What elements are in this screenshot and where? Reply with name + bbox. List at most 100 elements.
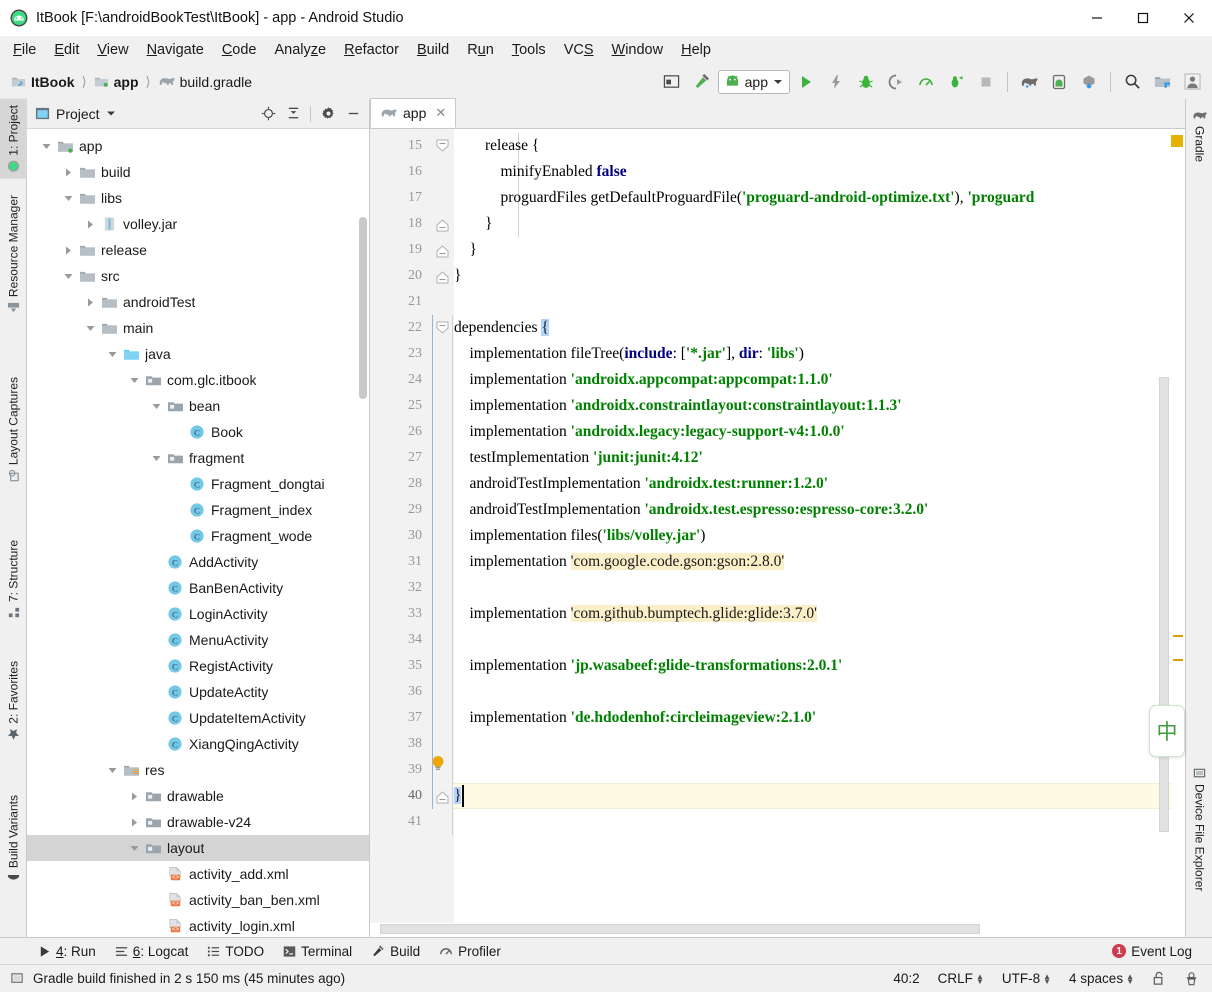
code-line[interactable]: } <box>454 783 462 809</box>
tree-node[interactable]: res <box>27 757 369 783</box>
fold-end-icon[interactable] <box>436 237 449 263</box>
fold-end-icon[interactable] <box>436 263 449 289</box>
locate-icon[interactable] <box>256 102 280 126</box>
sidebar-item-resource-manager[interactable]: Resource Manager <box>0 189 27 320</box>
tree-node[interactable]: C RegistActivity <box>27 653 369 679</box>
sidebar-item-device-file-explorer[interactable]: Device File Explorer <box>1186 761 1212 897</box>
search-icon[interactable] <box>1118 69 1146 95</box>
chevron-right-icon[interactable] <box>81 297 99 308</box>
project-structure-icon[interactable] <box>658 69 686 95</box>
editor-horizontal-scrollbar[interactable] <box>380 924 980 934</box>
tree-node[interactable]: <> activity_ban_ben.xml <box>27 887 369 913</box>
bottom-item-profiler[interactable]: Profiler <box>431 941 509 962</box>
menu-item-edit[interactable]: Edit <box>45 39 88 61</box>
fold-expanded-icon[interactable] <box>436 133 449 159</box>
tree-node[interactable]: java <box>27 341 369 367</box>
project-tree[interactable]: app build libs volley.jar release src androidT… <box>27 129 369 937</box>
minimize-button[interactable] <box>1074 0 1120 36</box>
chevron-down-icon[interactable] <box>125 375 143 386</box>
tree-node[interactable]: bean <box>27 393 369 419</box>
bottom-item-todo[interactable]: TODO <box>199 941 272 962</box>
tree-node[interactable]: main <box>27 315 369 341</box>
bottom-item-run[interactable]: 4: Run <box>30 941 104 962</box>
code-line[interactable]: release { <box>454 133 539 159</box>
tree-node[interactable]: C LoginActivity <box>27 601 369 627</box>
project-tree-scrollbar[interactable] <box>359 217 367 399</box>
tree-node[interactable]: C Fragment_dongtai <box>27 471 369 497</box>
editor-vertical-scrollbar[interactable] <box>1159 377 1169 832</box>
code-text[interactable]: release { minifyEnabled false proguardFi… <box>432 129 1185 937</box>
menu-item-code[interactable]: Code <box>213 39 266 61</box>
run-with-coverage-icon[interactable] <box>942 69 970 95</box>
chevron-right-icon[interactable] <box>125 817 143 828</box>
menu-item-navigate[interactable]: Navigate <box>138 39 213 61</box>
chevron-down-icon[interactable] <box>59 193 77 204</box>
code-line[interactable]: implementation 'androidx.legacy:legacy-s… <box>454 419 845 445</box>
avatar-icon[interactable] <box>1178 69 1206 95</box>
hide-icon[interactable] <box>341 102 365 126</box>
tree-node[interactable]: androidTest <box>27 289 369 315</box>
tree-node[interactable]: src <box>27 263 369 289</box>
chevron-right-icon[interactable] <box>125 791 143 802</box>
sync-gradle-icon[interactable] <box>1075 69 1103 95</box>
menu-item-file[interactable]: File <box>4 39 45 61</box>
project-panel-title-dropdown[interactable]: Project <box>31 106 116 122</box>
close-button[interactable] <box>1166 0 1212 36</box>
bottom-item-build[interactable]: Build <box>363 941 428 962</box>
sidebar-item-favorites[interactable]: 2: Favorites <box>0 655 27 747</box>
fold-expanded-icon[interactable] <box>436 315 449 341</box>
menu-item-analyze[interactable]: Analyze <box>266 39 336 61</box>
tree-node[interactable]: <> activity_add.xml <box>27 861 369 887</box>
balloon-notification-icon[interactable] <box>10 971 25 986</box>
close-icon[interactable]: ✕ <box>435 105 446 121</box>
fold-end-icon[interactable] <box>436 211 449 237</box>
code-folding-strip[interactable] <box>432 129 454 937</box>
error-marker-column[interactable] <box>1171 129 1185 937</box>
chevron-right-icon[interactable] <box>59 167 77 178</box>
code-line[interactable]: implementation 'com.github.bumptech.glid… <box>454 601 817 627</box>
code-line[interactable]: implementation 'jp.wasabeef:glide-transf… <box>454 653 843 679</box>
run-icon[interactable] <box>792 69 820 95</box>
lightbulb-icon[interactable] <box>431 755 445 772</box>
editor-tab-build-gradle[interactable]: app ✕ <box>370 98 457 128</box>
code-line[interactable]: minifyEnabled false <box>454 159 627 185</box>
code-line[interactable]: } <box>454 263 461 289</box>
code-line[interactable]: implementation fileTree(include: ['*.jar… <box>454 341 804 367</box>
avd-manager-icon[interactable] <box>1045 69 1073 95</box>
menu-item-tools[interactable]: Tools <box>503 39 555 61</box>
code-line[interactable]: androidTestImplementation 'androidx.test… <box>454 471 829 497</box>
tree-node[interactable]: C BanBenActivity <box>27 575 369 601</box>
menu-item-refactor[interactable]: Refactor <box>335 39 408 61</box>
tree-node[interactable]: volley.jar <box>27 211 369 237</box>
stop-icon[interactable] <box>972 69 1000 95</box>
tree-node[interactable]: C UpdateActity <box>27 679 369 705</box>
tree-node[interactable]: C MenuActivity <box>27 627 369 653</box>
chevron-down-icon[interactable] <box>59 271 77 282</box>
bottom-item-logcat[interactable]: 6: Logcat <box>107 941 197 962</box>
chevron-down-icon[interactable] <box>103 765 121 776</box>
menu-item-run[interactable]: Run <box>458 39 503 61</box>
encoding-indicator[interactable]: UTF-8 ▲ ▼ <box>999 969 1054 988</box>
change-marker[interactable] <box>1173 635 1183 637</box>
menu-item-view[interactable]: View <box>88 39 137 61</box>
tree-node[interactable]: drawable-v24 <box>27 809 369 835</box>
unlocked-padlock-icon[interactable] <box>1149 969 1169 988</box>
bottom-item-terminal[interactable]: Terminal <box>275 941 360 962</box>
project-view-icon[interactable] <box>1148 69 1176 95</box>
chevron-down-icon[interactable] <box>147 401 165 412</box>
debug-icon[interactable] <box>852 69 880 95</box>
tree-node[interactable]: C AddActivity <box>27 549 369 575</box>
bottom-item-event-log[interactable]: 1 Event Log <box>1104 941 1200 962</box>
code-line[interactable]: testImplementation 'junit:junit:4.12' <box>454 445 703 471</box>
hector-inspection-icon[interactable] <box>1181 969 1202 989</box>
sdk-manager-icon[interactable] <box>1015 69 1043 95</box>
code-line[interactable]: implementation 'androidx.constraintlayou… <box>454 393 902 419</box>
tree-node[interactable]: build <box>27 159 369 185</box>
code-line[interactable]: proguardFiles getDefaultProguardFile('pr… <box>454 185 1035 211</box>
breadcrumb-item-file[interactable]: build.gradle <box>155 72 255 92</box>
chevron-right-icon[interactable] <box>59 245 77 256</box>
chevron-down-icon[interactable] <box>37 141 55 152</box>
tree-node[interactable]: app <box>27 133 369 159</box>
code-line[interactable]: dependencies { <box>454 315 549 341</box>
menu-item-window[interactable]: Window <box>603 39 673 61</box>
